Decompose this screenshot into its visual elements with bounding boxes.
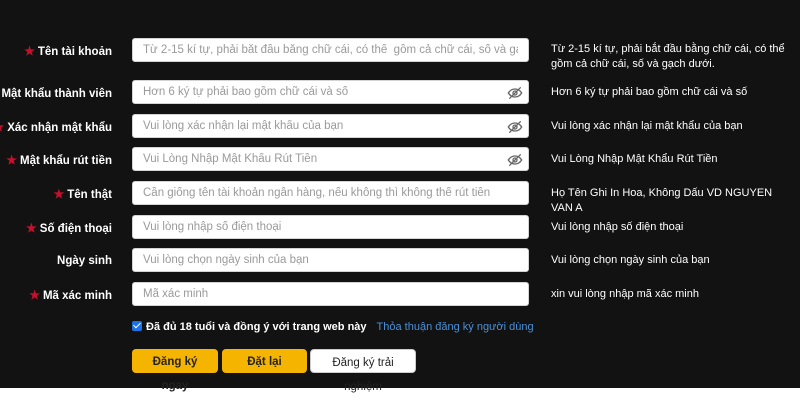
field-label: ★ Tên thật xyxy=(53,187,113,201)
username-input[interactable] xyxy=(133,39,528,61)
field-hint: Vui Lòng Nhập Mật Khẩu Rút Tiền xyxy=(551,153,718,165)
field-row-birthday: Ngày sinh Vui lòng chọn ngày sinh của bạ… xyxy=(0,248,800,274)
reset-button[interactable]: Đặt lại xyxy=(222,349,307,373)
field-row-real-name: ★Tên thật Họ Tên Ghi In Hoa, Không Dấu V… xyxy=(0,181,800,214)
agreement-row: Đã đủ 18 tuổi và đồng ý với trang web nà… xyxy=(132,319,534,335)
field-label: ★Mật khẩu thành viên xyxy=(1,88,112,100)
field-hint: Vui lòng nhập số điện thoại xyxy=(551,221,684,233)
agree-checkbox[interactable] xyxy=(132,321,142,332)
verification-code-input[interactable] xyxy=(133,283,528,305)
eye-off-icon[interactable] xyxy=(507,85,523,101)
withdraw-password-input-box[interactable] xyxy=(132,147,529,171)
agreement-text: Đã đủ 18 tuổi và đồng ý với trang web nà… xyxy=(146,321,367,333)
field-label: ★Xác nhận mật khẩu xyxy=(0,114,112,140)
confirm-password-input-box[interactable] xyxy=(132,114,529,138)
eye-off-icon[interactable] xyxy=(507,119,523,135)
field-hint: xin vui lòng nhập mã xác minh xyxy=(551,288,699,300)
field-row-confirm-password: ★Xác nhận mật khẩu Vui lòng xác nhận lại… xyxy=(0,114,800,140)
field-label: ★ Mã xác minh xyxy=(29,288,112,302)
real-name-input-box[interactable] xyxy=(132,181,529,205)
star-icon: ★ xyxy=(6,153,17,167)
field-hint: Hơn 6 ký tự phải bao gồm chữ cái và số xyxy=(551,86,748,98)
star-icon: ★ xyxy=(24,44,35,58)
star-icon: ★ xyxy=(26,221,37,235)
trial-register-button[interactable]: Đăng ký trải nghiệm xyxy=(310,349,416,393)
birthday-input-box[interactable] xyxy=(132,248,529,272)
password-input-box[interactable] xyxy=(132,80,529,104)
star-icon: ★ xyxy=(0,120,4,134)
phone-input[interactable] xyxy=(133,216,528,238)
star-icon: ★ xyxy=(29,288,40,302)
field-row-withdraw-password: ★ Mật khẩu rút tiền Vui Lòng Nhập Mật Khẩ… xyxy=(0,147,800,173)
verification-code-input-box[interactable] xyxy=(132,282,529,306)
real-name-input[interactable] xyxy=(133,182,528,204)
username-input-box[interactable] xyxy=(132,38,529,62)
password-input[interactable] xyxy=(133,81,528,103)
terms-link[interactable]: Thỏa thuận đăng ký người dùng xyxy=(377,321,534,333)
field-row-phone: ★ Số điện thoại Vui lòng nhập số điện tho… xyxy=(0,215,800,241)
field-hint: Từ 2-15 kí tự, phải bắt đầu bằng chữ cái… xyxy=(551,43,785,70)
withdraw-password-input[interactable] xyxy=(133,148,528,170)
field-row-username: ★ Tên tài khoản Từ 2-15 kí tự, phải bắt đ… xyxy=(0,38,800,70)
field-label: ★ Tên tài khoản xyxy=(24,44,112,58)
register-button[interactable]: Đăng ký ngay xyxy=(132,349,218,392)
birthday-input[interactable] xyxy=(133,249,528,271)
eye-off-icon[interactable] xyxy=(507,152,523,168)
star-icon: ★ xyxy=(53,187,65,201)
field-row-password: ★Mật khẩu thành viên Hơn 6 ký tự phải ba… xyxy=(0,80,800,106)
confirm-password-input[interactable] xyxy=(133,115,528,137)
field-label: ★ Mật khẩu rút tiền xyxy=(6,153,112,167)
field-hint: Vui lòng chọn ngày sinh của bạn xyxy=(551,254,710,266)
field-label: Ngày sinh xyxy=(57,255,112,267)
phone-input-box[interactable] xyxy=(132,215,529,239)
field-label: ★ Số điện thoại xyxy=(26,221,112,235)
field-row-verification-code: ★Mã xác minh xin vui lòng nhập mã xác mi… xyxy=(0,282,800,308)
field-hint: Họ Tên Ghi In Hoa, Không Dấu VD NGUYEN V… xyxy=(551,187,773,214)
registration-panel: ★ Tên tài khoản Từ 2-15 kí tự, phải bắt đ… xyxy=(0,0,800,393)
field-hint: Vui lòng xác nhận lại mật khẩu của bạn xyxy=(551,120,743,132)
